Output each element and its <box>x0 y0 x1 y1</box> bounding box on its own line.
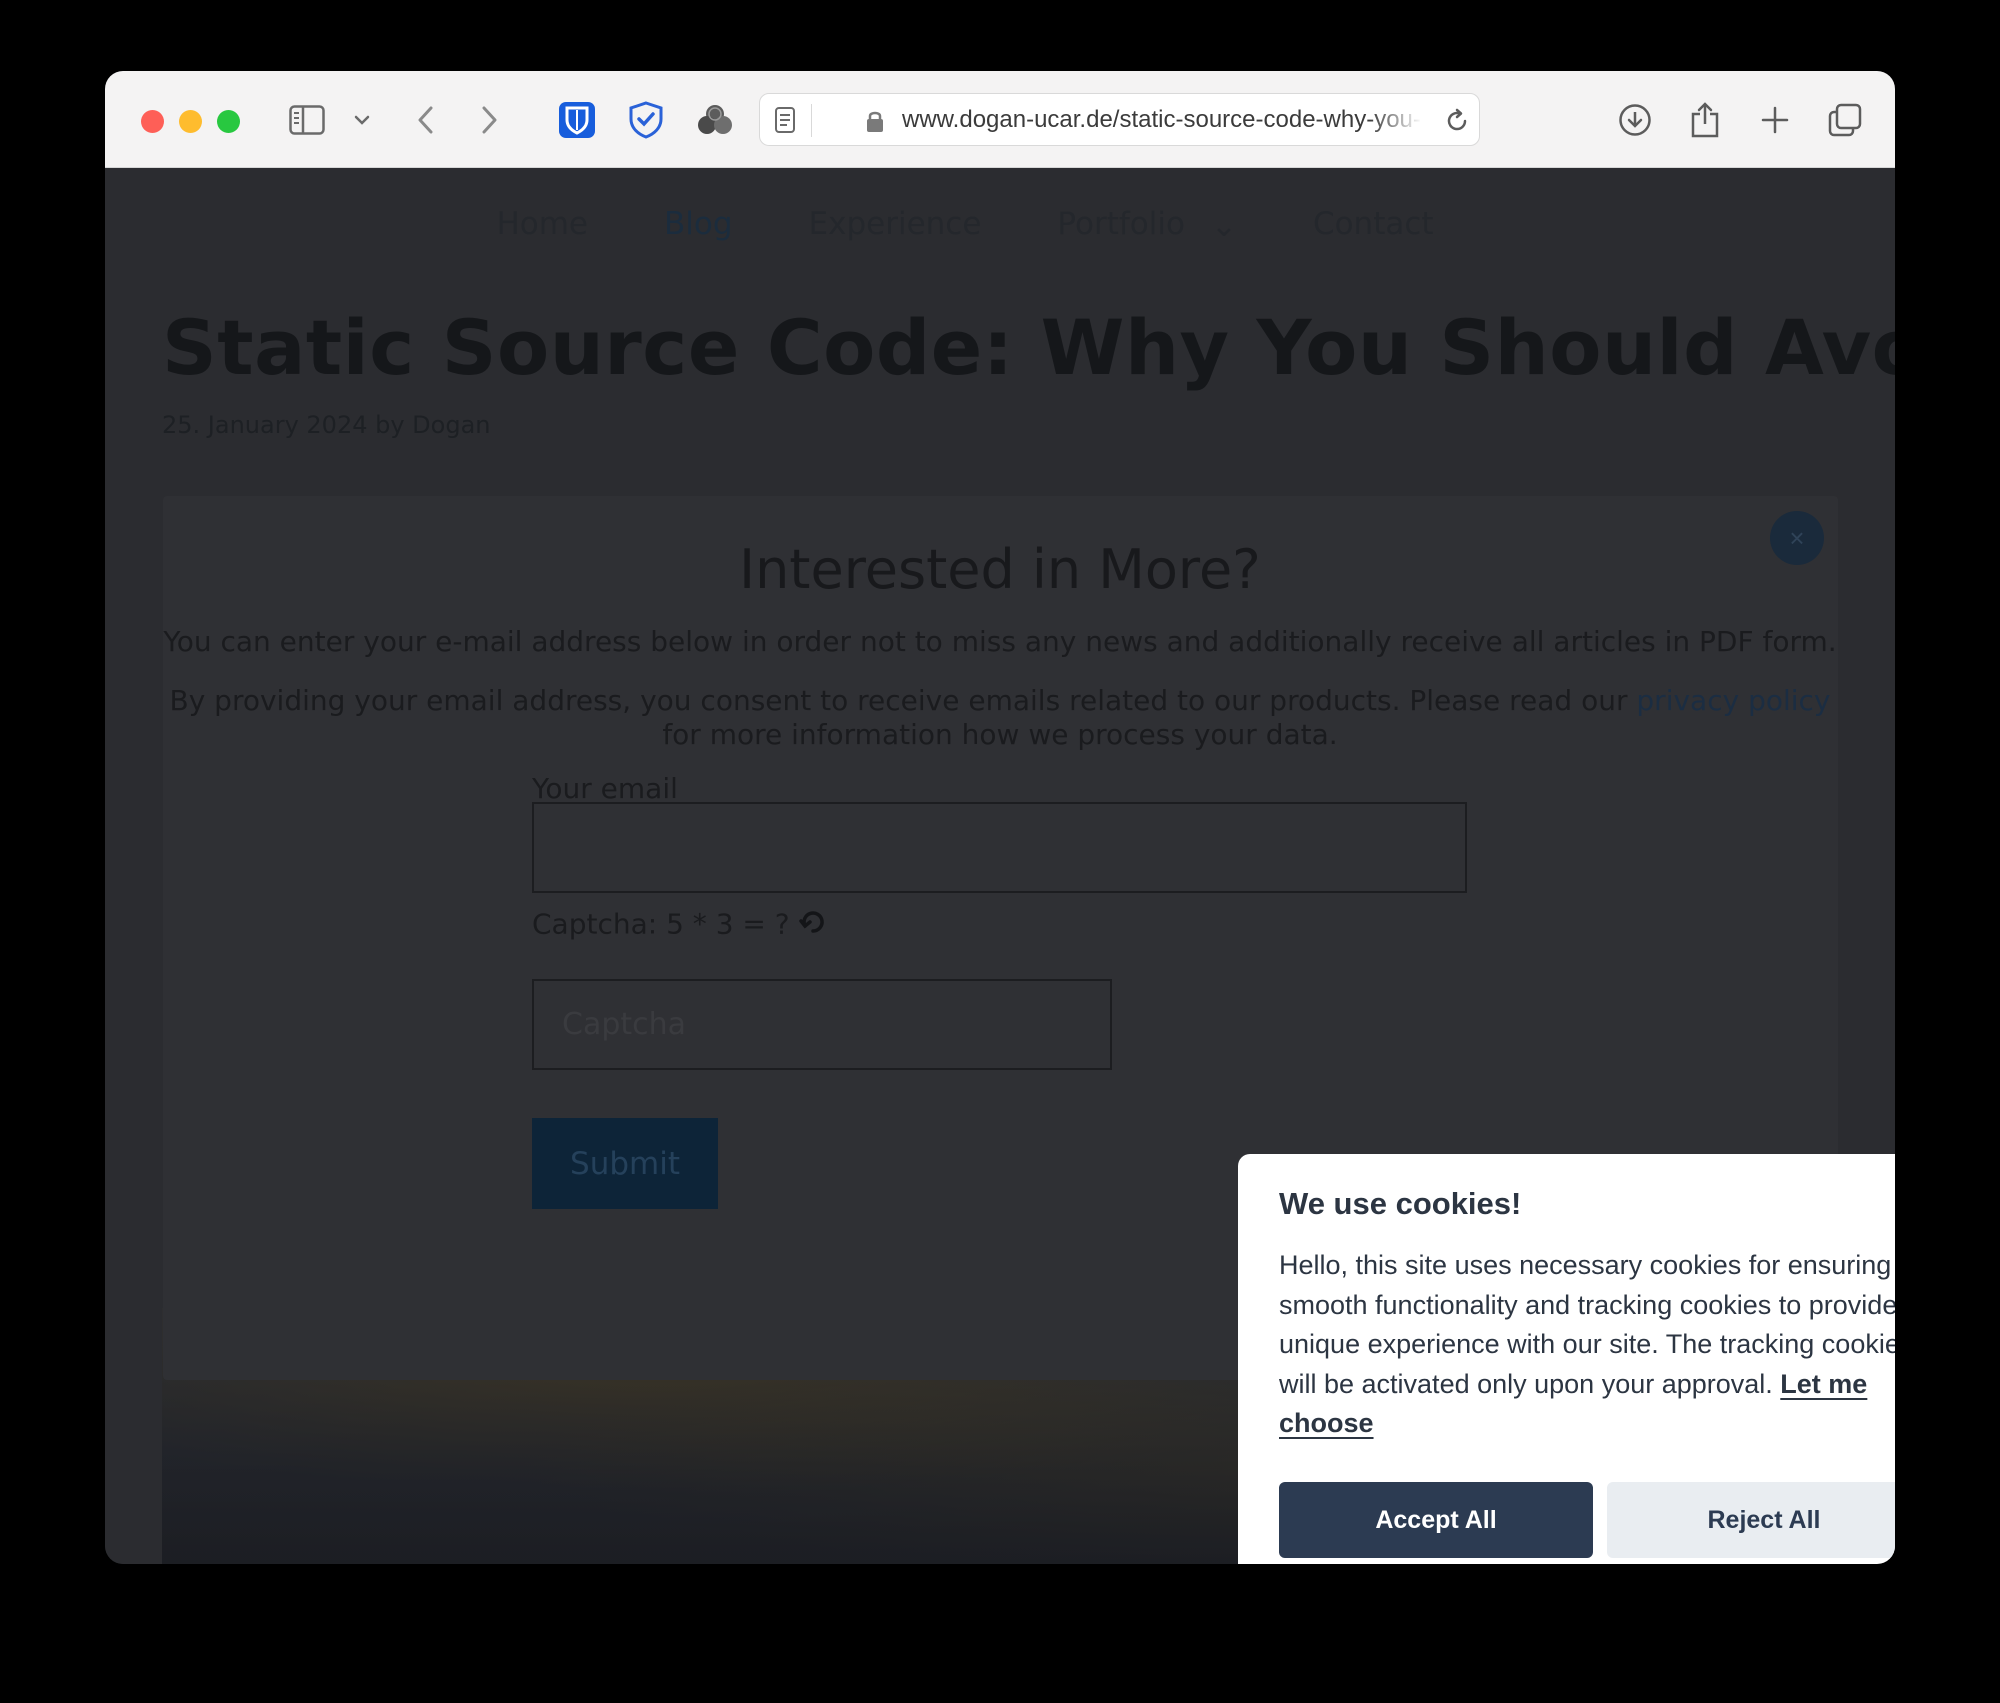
new-tab-icon[interactable] <box>1755 96 1795 144</box>
nav-portfolio-label: Portfolio <box>1057 206 1185 242</box>
browser-toolbar: www.dogan-ucar.de/static-source-code-why… <box>105 71 1895 168</box>
captcha-label-row: Captcha: 5 * 3 = ? <box>532 907 828 944</box>
refresh-icon[interactable] <box>798 907 828 944</box>
zoom-window-button[interactable] <box>217 110 240 133</box>
forward-icon[interactable] <box>475 96 505 144</box>
minimize-window-button[interactable] <box>179 110 202 133</box>
lock-icon <box>866 109 884 138</box>
nav-portfolio[interactable]: Portfolio ⌄ <box>1057 206 1237 244</box>
tab-overview-icon[interactable] <box>1825 96 1865 144</box>
bitwarden-icon[interactable] <box>557 96 597 144</box>
chevron-down-icon[interactable] <box>350 96 374 144</box>
email-field[interactable] <box>532 802 1467 893</box>
captcha-label: Captcha: 5 * 3 = ? <box>532 907 790 941</box>
nav-contact[interactable]: Contact <box>1313 206 1434 244</box>
submit-button[interactable]: Submit <box>532 1118 718 1209</box>
share-icon[interactable] <box>1685 96 1725 144</box>
email-label: Your email <box>532 772 678 805</box>
sidebar-icon[interactable] <box>287 96 327 144</box>
tracker-icon[interactable] <box>695 96 735 144</box>
nav-blog[interactable]: Blog <box>664 206 733 244</box>
back-icon[interactable] <box>410 96 440 144</box>
browser-window: www.dogan-ucar.de/static-source-code-why… <box>105 71 1895 1564</box>
close-window-button[interactable] <box>141 110 164 133</box>
privacy-policy-link[interactable]: privacy policy <box>1636 684 1830 717</box>
cookie-message: Hello, this site uses necessary cookies … <box>1279 1246 1895 1444</box>
nav-experience[interactable]: Experience <box>809 206 982 244</box>
post-meta: 25. January 2024 by Dogan <box>162 411 491 439</box>
captcha-input[interactable]: Captcha <box>532 979 1112 1070</box>
consent-text: By providing your email address, you con… <box>169 684 1637 717</box>
reload-icon[interactable] <box>1444 108 1470 139</box>
url-text[interactable]: www.dogan-ucar.de/static-source-code-why… <box>902 106 1422 134</box>
post-title: Static Source Code: Why You Should Avoid… <box>162 303 1895 392</box>
download-icon[interactable] <box>1615 96 1655 144</box>
shield-icon[interactable] <box>626 96 666 144</box>
nav-home[interactable]: Home <box>496 206 588 244</box>
accept-all-button[interactable]: Accept All <box>1279 1482 1593 1558</box>
site-navigation: Home Blog Experience Portfolio ⌄ Contact <box>105 206 1895 244</box>
cookie-banner: We use cookies! Hello, this site uses ne… <box>1238 1154 1895 1564</box>
reader-icon[interactable] <box>774 106 796 139</box>
modal-title: Interested in More? <box>739 538 1261 601</box>
consent-text-continued: for more information how we process your… <box>662 718 1338 751</box>
reject-all-button[interactable]: Reject All <box>1607 1482 1895 1558</box>
modal-intro: You can enter your e-mail address below … <box>163 625 1837 658</box>
chevron-down-icon: ⌄ <box>1210 207 1237 244</box>
address-bar[interactable]: www.dogan-ucar.de/static-source-code-why… <box>759 93 1480 146</box>
modal-consent: By providing your email address, you con… <box>105 684 1895 752</box>
cookie-title: We use cookies! <box>1279 1186 1522 1221</box>
address-bar-divider <box>811 104 812 137</box>
